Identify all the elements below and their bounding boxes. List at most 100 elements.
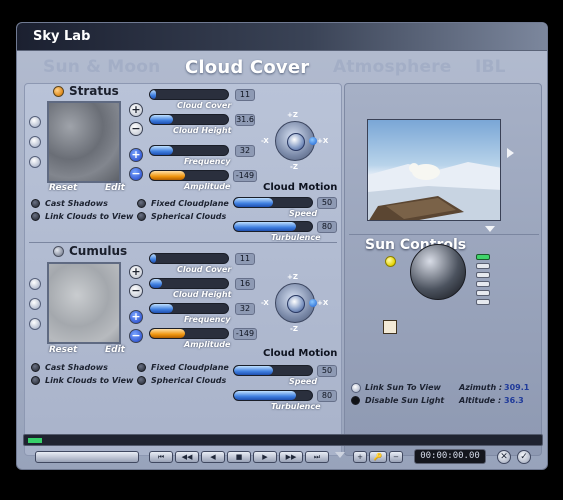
cumulus-cloud-height-slider[interactable] [149,278,229,289]
preview-next-arrow[interactable] [507,148,514,158]
add-keyframe-button[interactable]: + [353,451,367,463]
stratus-preset-radio-3[interactable] [29,156,41,168]
previous-frame-button[interactable]: ◀◀ [175,451,199,463]
tab-cloud-cover[interactable]: Cloud Cover [185,57,309,78]
cumulus-preset-radio-1[interactable] [29,278,41,290]
stratus-spherical-clouds-label: Spherical Clouds [151,212,227,221]
stratus-cloud-preview[interactable] [47,101,121,183]
timeline-track[interactable] [23,434,543,446]
cumulus-speed-slider[interactable] [233,365,313,376]
cumulus-cloud-cover-value[interactable]: 11 [235,253,255,265]
stratus-spherical-clouds-toggle[interactable] [137,212,146,221]
layer-selector-strip[interactable] [35,451,139,463]
stratus-remove-layer-button[interactable]: − [129,167,143,181]
cumulus-amplitude-slider[interactable] [149,328,229,339]
azimuth-label: Azimuth : [459,383,503,392]
stratus-fixed-cloudplane-toggle[interactable] [137,199,146,208]
transport-dropdown-arrow[interactable] [335,452,345,458]
cumulus-preset-radio-3[interactable] [29,318,41,330]
cumulus-cloud-height-value[interactable]: 16 [235,278,255,290]
stratus-add-button[interactable]: + [129,103,143,117]
stratus-enable-led[interactable] [53,86,64,97]
cumulus-frequency-value[interactable]: 32 [235,303,255,315]
stratus-turbulence-slider[interactable] [233,221,313,232]
sun-intensity-step[interactable] [476,290,490,296]
tab-ibl[interactable]: IBL [475,57,506,77]
stratus-cloud-height-value[interactable]: 31.6 [235,114,255,126]
stratus-frequency-value[interactable]: 32 [235,145,255,157]
stratus-cloud-cover-slider[interactable] [149,89,229,100]
key-icon[interactable]: 🔑 [369,451,387,463]
stratus-link-clouds-toggle[interactable] [31,212,40,221]
stratus-cast-shadows-toggle[interactable] [31,199,40,208]
cumulus-cloud-cover-label: Cloud Cover [177,265,232,274]
stratus-edit-button[interactable]: Edit [105,183,125,193]
go-to-end-button[interactable]: ⏭ [305,451,329,463]
stop-button[interactable]: ■ [227,451,251,463]
stratus-speed-slider[interactable] [233,197,313,208]
cumulus-cloud-cover-slider[interactable] [149,253,229,264]
link-sun-to-view-radio[interactable] [351,383,361,393]
stratus-preset-radio-1[interactable] [29,116,41,128]
stratus-turbulence-value[interactable]: 80 [317,221,337,233]
cumulus-cast-shadows-toggle[interactable] [31,363,40,372]
stratus-remove-button[interactable]: − [129,122,143,136]
play-reverse-button[interactable]: ◀ [201,451,225,463]
sun-position-trackball[interactable] [410,244,466,300]
cumulus-spherical-clouds-toggle[interactable] [137,376,146,385]
next-frame-button[interactable]: ▶▶ [279,451,303,463]
cumulus-amplitude-value[interactable]: -149 [233,328,257,340]
stratus-preset-radio-2[interactable] [29,136,41,148]
cumulus-title: Cumulus [69,244,128,258]
sun-color-swatch[interactable] [383,320,397,334]
cumulus-turbulence-slider[interactable] [233,390,313,401]
cumulus-enable-led[interactable] [53,246,64,257]
stratus-amplitude-slider[interactable] [149,170,229,181]
cumulus-turbulence-value[interactable]: 80 [317,390,337,402]
cumulus-cloud-preview[interactable] [47,262,121,344]
cumulus-fixed-cloudplane-toggle[interactable] [137,363,146,372]
stratus-add-layer-button[interactable]: + [129,148,143,162]
altitude-label: Altitude : [459,396,502,405]
tab-sun-moon[interactable]: Sun & Moon [43,57,161,77]
tab-atmosphere[interactable]: Atmosphere [333,57,452,77]
cumulus-link-clouds-toggle[interactable] [31,376,40,385]
sun-intensity-step[interactable] [476,299,490,305]
cumulus-frequency-slider[interactable] [149,303,229,314]
stratus-amplitude-value[interactable]: -149 [233,170,257,182]
sun-intensity-step[interactable] [476,281,490,287]
cumulus-preset-radio-2[interactable] [29,298,41,310]
cumulus-edit-button[interactable]: Edit [105,345,125,355]
window-title: Sky Lab [33,29,91,44]
ok-button[interactable]: ✓ [517,450,531,464]
cumulus-add-layer-button[interactable]: + [129,310,143,324]
sun-intensity-step[interactable] [476,263,490,269]
cumulus-wind-direction-joystick[interactable] [275,283,317,323]
stratus-cloud-height-slider[interactable] [149,114,229,125]
cancel-button[interactable]: ✕ [497,450,511,464]
go-to-start-button[interactable]: ⏮ [149,451,173,463]
sun-intensity-step[interactable] [476,272,490,278]
preview-menu-arrow[interactable] [485,226,495,232]
cumulus-reset-button[interactable]: Reset [49,345,77,355]
cumulus-spherical-clouds-label: Spherical Clouds [151,376,227,385]
stratus-speed-value[interactable]: 50 [317,197,337,209]
cumulus-add-button[interactable]: + [129,265,143,279]
timeline-marker[interactable] [28,438,42,443]
stratus-amplitude-label: Amplitude [184,182,231,191]
play-button[interactable]: ▶ [253,451,277,463]
cumulus-cloud-motion-title: Cloud Motion [263,348,338,359]
cumulus-remove-button[interactable]: − [129,284,143,298]
disable-sun-light-toggle[interactable] [351,396,360,405]
cumulus-cloud-height-label: Cloud Height [173,290,232,299]
sun-color-indicator[interactable] [385,256,396,267]
stratus-frequency-slider[interactable] [149,145,229,156]
stratus-wind-direction-joystick[interactable] [275,121,317,161]
remove-keyframe-button[interactable]: − [389,451,403,463]
scene-preview-image[interactable] [367,119,501,221]
stratus-reset-button[interactable]: Reset [49,183,77,193]
cumulus-remove-layer-button[interactable]: − [129,329,143,343]
cumulus-speed-value[interactable]: 50 [317,365,337,377]
stratus-cloud-cover-value[interactable]: 11 [235,89,255,101]
title-bar[interactable]: Sky Lab [17,23,547,51]
